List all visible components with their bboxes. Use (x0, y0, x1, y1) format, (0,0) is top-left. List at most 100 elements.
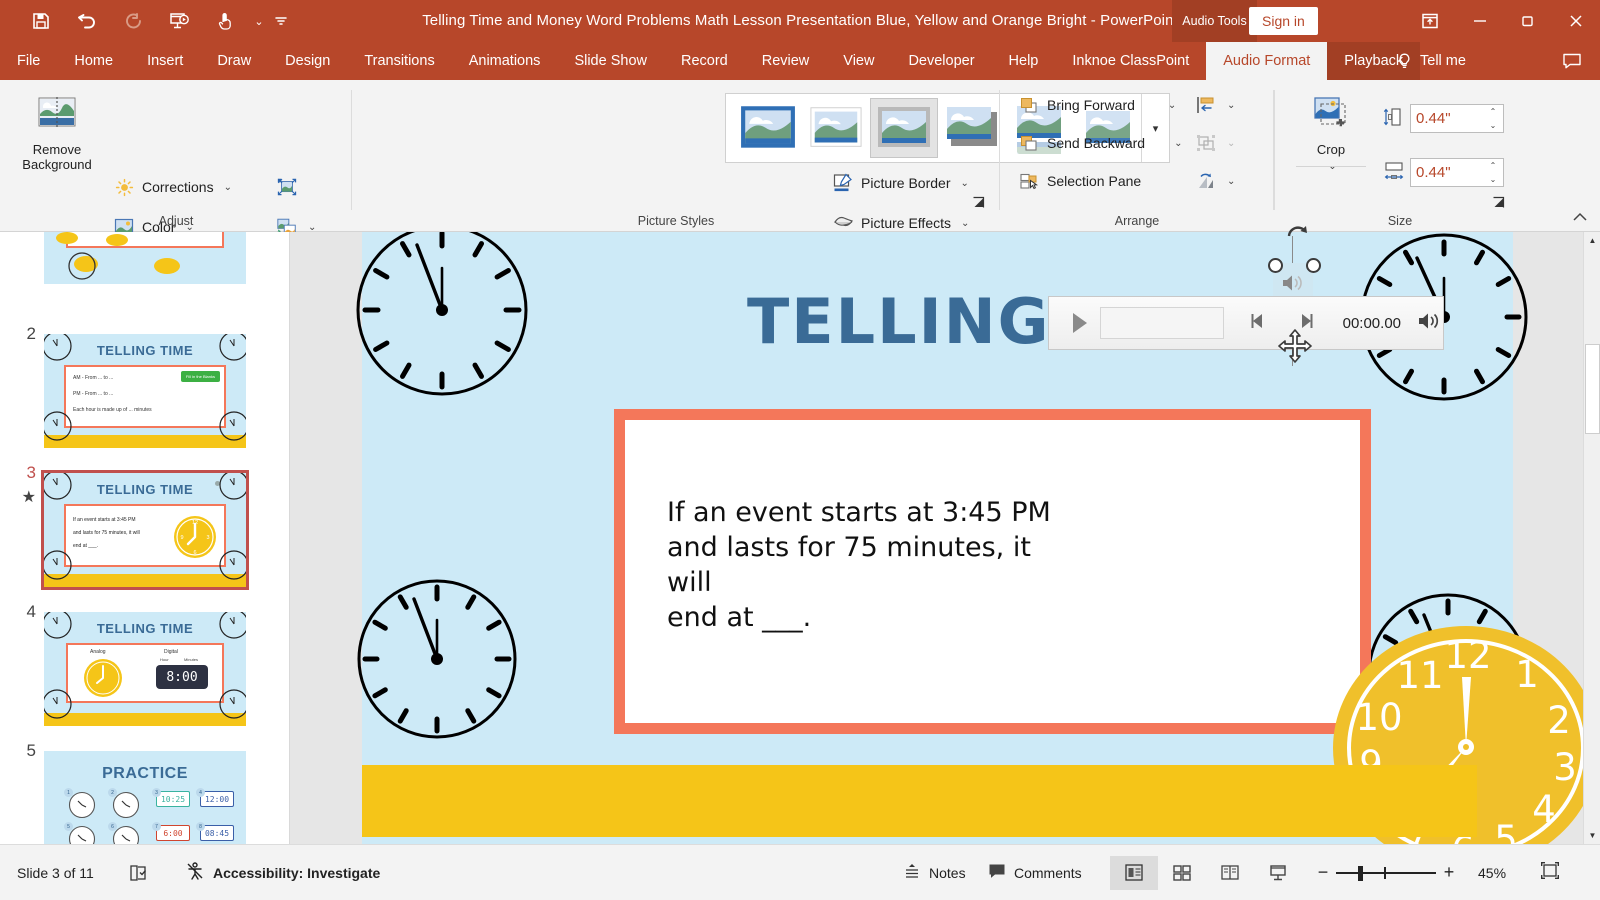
chevron-down-icon[interactable]: ⌄ (1227, 100, 1235, 111)
tell-me-box[interactable]: Tell me (1396, 42, 1466, 80)
rotate-button[interactable]: ⌄ (1195, 168, 1235, 194)
chevron-down-icon[interactable]: ⌄ (1168, 100, 1176, 111)
notes-button[interactable]: Notes (903, 862, 966, 883)
zoom-slider-handle[interactable] (1358, 865, 1363, 881)
slide-thumbnail-3[interactable]: TELLING TIME If an event starts at 3:45 … (41, 470, 249, 590)
slide-thumbnail-5[interactable]: PRACTICE 1 2 3 10:25 4 12:00 5 6 7 6:00 8 08:45 (44, 751, 246, 844)
bring-forward-button[interactable]: Bring Forward ⌄ (1018, 92, 1176, 118)
ribbon-tab-file[interactable]: File (0, 42, 57, 80)
ribbon-tab-home[interactable]: Home (57, 42, 130, 80)
shape-height-input[interactable] (1411, 110, 1483, 127)
resize-handle-top-right[interactable] (1306, 258, 1321, 273)
zoom-slider[interactable] (1336, 865, 1436, 881)
thumb2-line-1: AM - From ... to ... (73, 375, 114, 381)
slide-sorter-view-button[interactable] (1158, 856, 1206, 890)
slide-show-view-button[interactable] (1254, 856, 1302, 890)
audio-play-button[interactable] (1067, 311, 1092, 335)
sign-in-button[interactable]: Sign in (1249, 7, 1318, 35)
redo-icon[interactable] (110, 0, 156, 42)
picture-border-icon (832, 172, 854, 194)
close-button[interactable] (1552, 0, 1600, 42)
start-presentation-icon[interactable] (156, 0, 202, 42)
slide-counter[interactable]: Slide 3 of 11 (17, 865, 94, 881)
minimize-button[interactable] (1456, 0, 1504, 42)
slide-body-text[interactable]: If an event starts at 3:45 PM and lasts … (667, 495, 1057, 635)
shape-height-spin-arrows[interactable]: ⌃ ⌄ (1483, 105, 1503, 132)
fit-to-window-button[interactable] (1540, 861, 1560, 885)
remove-background-button[interactable]: Remove Background (14, 94, 100, 172)
ribbon-tab-transitions[interactable]: Transitions (347, 42, 451, 80)
audio-volume-button[interactable] (1417, 310, 1443, 337)
ribbon-tab-insert[interactable]: Insert (130, 42, 200, 80)
chevron-down-icon[interactable]: ⌄ (248, 0, 270, 42)
slide-thumbnail-2[interactable]: TELLING TIME AM - From ... to ... PM - F… (44, 334, 246, 448)
picture-styles-dialog-launcher[interactable] (970, 194, 986, 210)
picture-style-option-2[interactable] (802, 98, 870, 158)
ribbon-tab-slide-show[interactable]: Slide Show (557, 42, 664, 80)
spell-check-icon[interactable] (128, 863, 148, 883)
ribbon-tab-review[interactable]: Review (745, 42, 827, 80)
comments-button[interactable]: Comments (988, 863, 1082, 883)
shape-width-stepper[interactable]: ⌃⌄ (1410, 158, 1504, 187)
align-button[interactable]: ⌄ (1195, 92, 1235, 118)
send-backward-label: Send Backward (1047, 135, 1146, 151)
corrections-button[interactable]: Corrections ⌄ (113, 174, 232, 200)
ribbon-tab-view[interactable]: View (826, 42, 891, 80)
restore-button[interactable] (1504, 0, 1552, 42)
size-dialog-launcher[interactable] (1490, 194, 1506, 210)
ribbon-tab-developer[interactable]: Developer (891, 42, 991, 80)
ribbon-tab-draw[interactable]: Draw (200, 42, 268, 80)
crop-button[interactable]: Crop ⌄ (1292, 94, 1370, 174)
zoom-percentage[interactable]: 45% (1478, 865, 1506, 881)
zoom-in-button[interactable]: + (1436, 862, 1462, 883)
accessibility-status[interactable]: Accessibility: Investigate (185, 861, 380, 884)
shape-width-spin-arrows[interactable]: ⌃ ⌄ (1483, 159, 1503, 186)
audio-progress-track[interactable] (1100, 307, 1224, 339)
slide-content-card[interactable]: If an event starts at 3:45 PM and lasts … (614, 409, 1599, 844)
reading-view-button[interactable] (1206, 856, 1254, 890)
ribbon-tab-audio-format[interactable]: Audio Format (1206, 42, 1328, 80)
chevron-down-icon[interactable]: ⌄ (960, 178, 968, 189)
comments-icon[interactable] (1562, 42, 1582, 80)
ribbon-tab-design[interactable]: Design (268, 42, 347, 80)
touch-mode-icon[interactable] (202, 0, 248, 42)
chevron-down-icon[interactable]: ⌄ (224, 182, 232, 193)
selection-pane-button[interactable]: Selection Pane (1018, 168, 1141, 194)
ribbon-tab-help[interactable]: Help (992, 42, 1056, 80)
ribbon-display-options-icon[interactable] (1404, 0, 1456, 42)
audio-move-back-button[interactable] (1249, 312, 1267, 335)
picture-style-option-4[interactable] (938, 98, 1006, 158)
slide-thumbnail-4[interactable]: TELLING TIME Analog Digital Hour Minutes… (44, 612, 246, 726)
chevron-down-icon[interactable]: ⌄ (1174, 138, 1182, 149)
scrollbar-thumb[interactable] (1585, 344, 1600, 434)
transparency-button[interactable] (276, 174, 298, 200)
scroll-down-button[interactable]: ▼ (1584, 827, 1600, 844)
shape-width-input[interactable] (1411, 164, 1483, 181)
shape-height-stepper[interactable]: ⌃⌄ (1410, 104, 1504, 133)
undo-icon[interactable] (64, 0, 110, 42)
ribbon-tab-animations[interactable]: Animations (452, 42, 558, 80)
resize-handle-top-left[interactable] (1268, 258, 1283, 273)
save-icon[interactable] (18, 0, 64, 42)
canvas-vertical-scrollbar[interactable]: ▲ ▼ (1583, 232, 1600, 844)
slide-thumbnail-panel[interactable]: TIME AND MONEY 2 TELLING TIME AM - F (0, 232, 290, 844)
collapse-ribbon-button[interactable] (1572, 211, 1588, 226)
zoom-out-button[interactable]: − (1310, 862, 1336, 883)
ribbon-tab-inknoe-classpoint[interactable]: Inknoe ClassPoint (1055, 42, 1206, 80)
chevron-down-icon[interactable]: ⌄ (1227, 176, 1235, 187)
zoom-control[interactable]: − + (1310, 862, 1462, 883)
rotate-handle[interactable] (1285, 222, 1311, 247)
scroll-up-button[interactable]: ▲ (1584, 232, 1600, 249)
customize-qat-icon[interactable] (270, 0, 292, 42)
group-icon (1195, 132, 1217, 154)
slide-thumbnail-1[interactable]: TIME AND MONEY (44, 232, 246, 284)
normal-view-button[interactable] (1110, 855, 1158, 890)
picture-border-button[interactable]: Picture Border ⌄ (832, 170, 969, 196)
decorative-clock-top-left[interactable] (351, 232, 533, 401)
picture-style-option-3[interactable] (870, 98, 938, 158)
ribbon-tab-record[interactable]: Record (664, 42, 745, 80)
decorative-clock-bottom-left[interactable] (352, 574, 522, 744)
audio-playback-control[interactable]: 00:00.00 (1048, 296, 1444, 350)
send-backward-button[interactable]: Send Backward ⌄ (1018, 130, 1182, 156)
picture-style-option-1[interactable] (734, 98, 802, 158)
